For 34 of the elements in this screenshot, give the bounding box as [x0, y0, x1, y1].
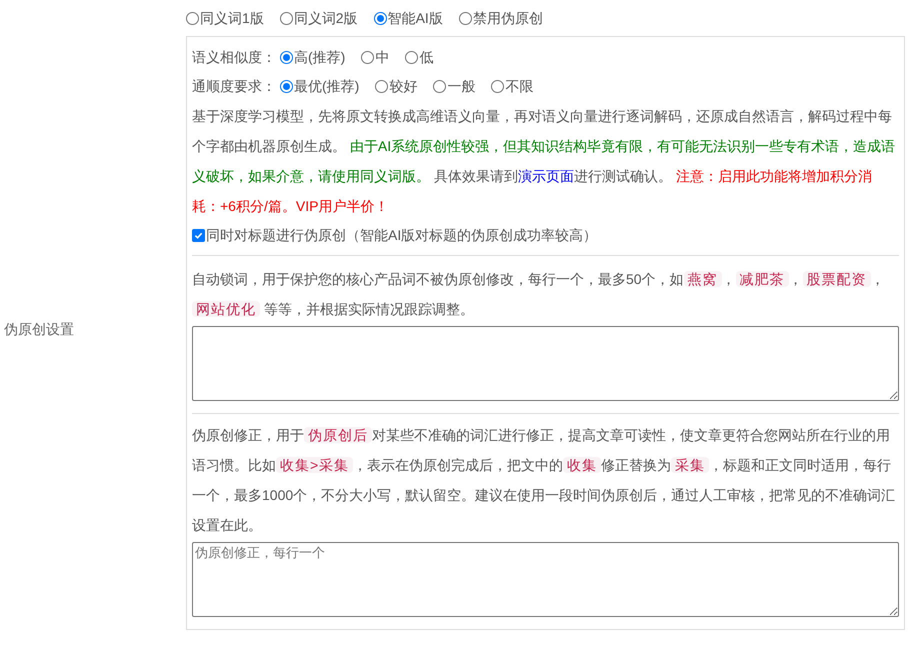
fluency-option[interactable]: 不限	[491, 76, 534, 96]
ai-description: 基于深度学习模型，先将原文转换成高维语义向量，再对语义向量进行逐词解码，还原成自然语言，解码过程中每个字都由机器原创生成。 由于AI系统原创性较强，但其知识结构毕竟有限，有可能无法识别一些专有术语，造成语义破坏，如果介意，请使用同义词版。 具体效果请到演示页面进行测试确认。 注意：启用此功能将增加积分消耗：+6积分/篇。VIP用户半价！	[192, 107, 896, 216]
fluency-option[interactable]: 一般	[433, 76, 476, 96]
mode-option[interactable]: 同义词2版	[280, 8, 358, 28]
radio-button[interactable]	[491, 80, 504, 92]
demo-page-link[interactable]: 演示页面	[518, 168, 574, 184]
radio-button[interactable]	[405, 50, 418, 64]
radio-button[interactable]	[433, 80, 446, 92]
checkbox[interactable]	[192, 228, 205, 242]
section-label: 伪原创设置	[4, 320, 74, 338]
title-option[interactable]: 同时对标题进行伪原创（智能AI版对标题的伪原创成功率较高）	[192, 221, 899, 249]
fluency-label: 通顺度要求：	[192, 76, 276, 96]
similarity-label: 语义相似度：	[192, 48, 276, 66]
radio-button[interactable]	[458, 12, 472, 24]
radio-button[interactable]	[186, 12, 199, 24]
mode-option[interactable]: 智能AI版	[374, 8, 443, 28]
mode-option[interactable]: 禁用伪原创	[458, 8, 543, 28]
corrections-field[interactable]: 伪原创修正，每行一个	[192, 542, 899, 617]
corrections-description: 伪原创修正，用于 伪原创后 对某些不准确的词汇进行修正，提高文章可读性，使文章更符合您网站所在行业的用语习惯。比如 收集>采集 ，表示在伪原创完成后，把文中的 收集 修正替换为 采集 ，标题和正文同时适用，每行一个，最多1000个，不分大小写，默认留空。建议在使用一段时间伪原创后，通过人工审核，把常见的不准确词汇设置在此。	[192, 426, 896, 535]
radio-button[interactable]	[375, 80, 388, 92]
radio-button[interactable]	[361, 50, 374, 64]
radio-button[interactable]	[374, 12, 387, 24]
fluency-option[interactable]: 最优(推荐)	[280, 76, 360, 96]
lock-words-field[interactable]	[192, 326, 899, 401]
radio-button[interactable]	[280, 80, 293, 92]
check-icon	[194, 230, 203, 240]
similarity-option[interactable]: 中	[361, 46, 390, 68]
mode-option[interactable]: 同义词1版	[186, 8, 264, 28]
fluency-option[interactable]: 较好	[375, 76, 418, 96]
radio-button[interactable]	[280, 12, 293, 24]
lock-words-description: 自动锁词，用于保护您的核心产品词不被伪原创修改，每行一个，最多50个，如 燕窝 ， 减肥茶 ， 股票配资 ， 网站优化 等等，并根据实际情况跟踪调整。	[192, 270, 886, 319]
radio-button[interactable]	[280, 50, 293, 64]
similarity-option[interactable]: 低	[405, 46, 434, 68]
similarity-option[interactable]: 高(推荐)	[280, 46, 346, 68]
